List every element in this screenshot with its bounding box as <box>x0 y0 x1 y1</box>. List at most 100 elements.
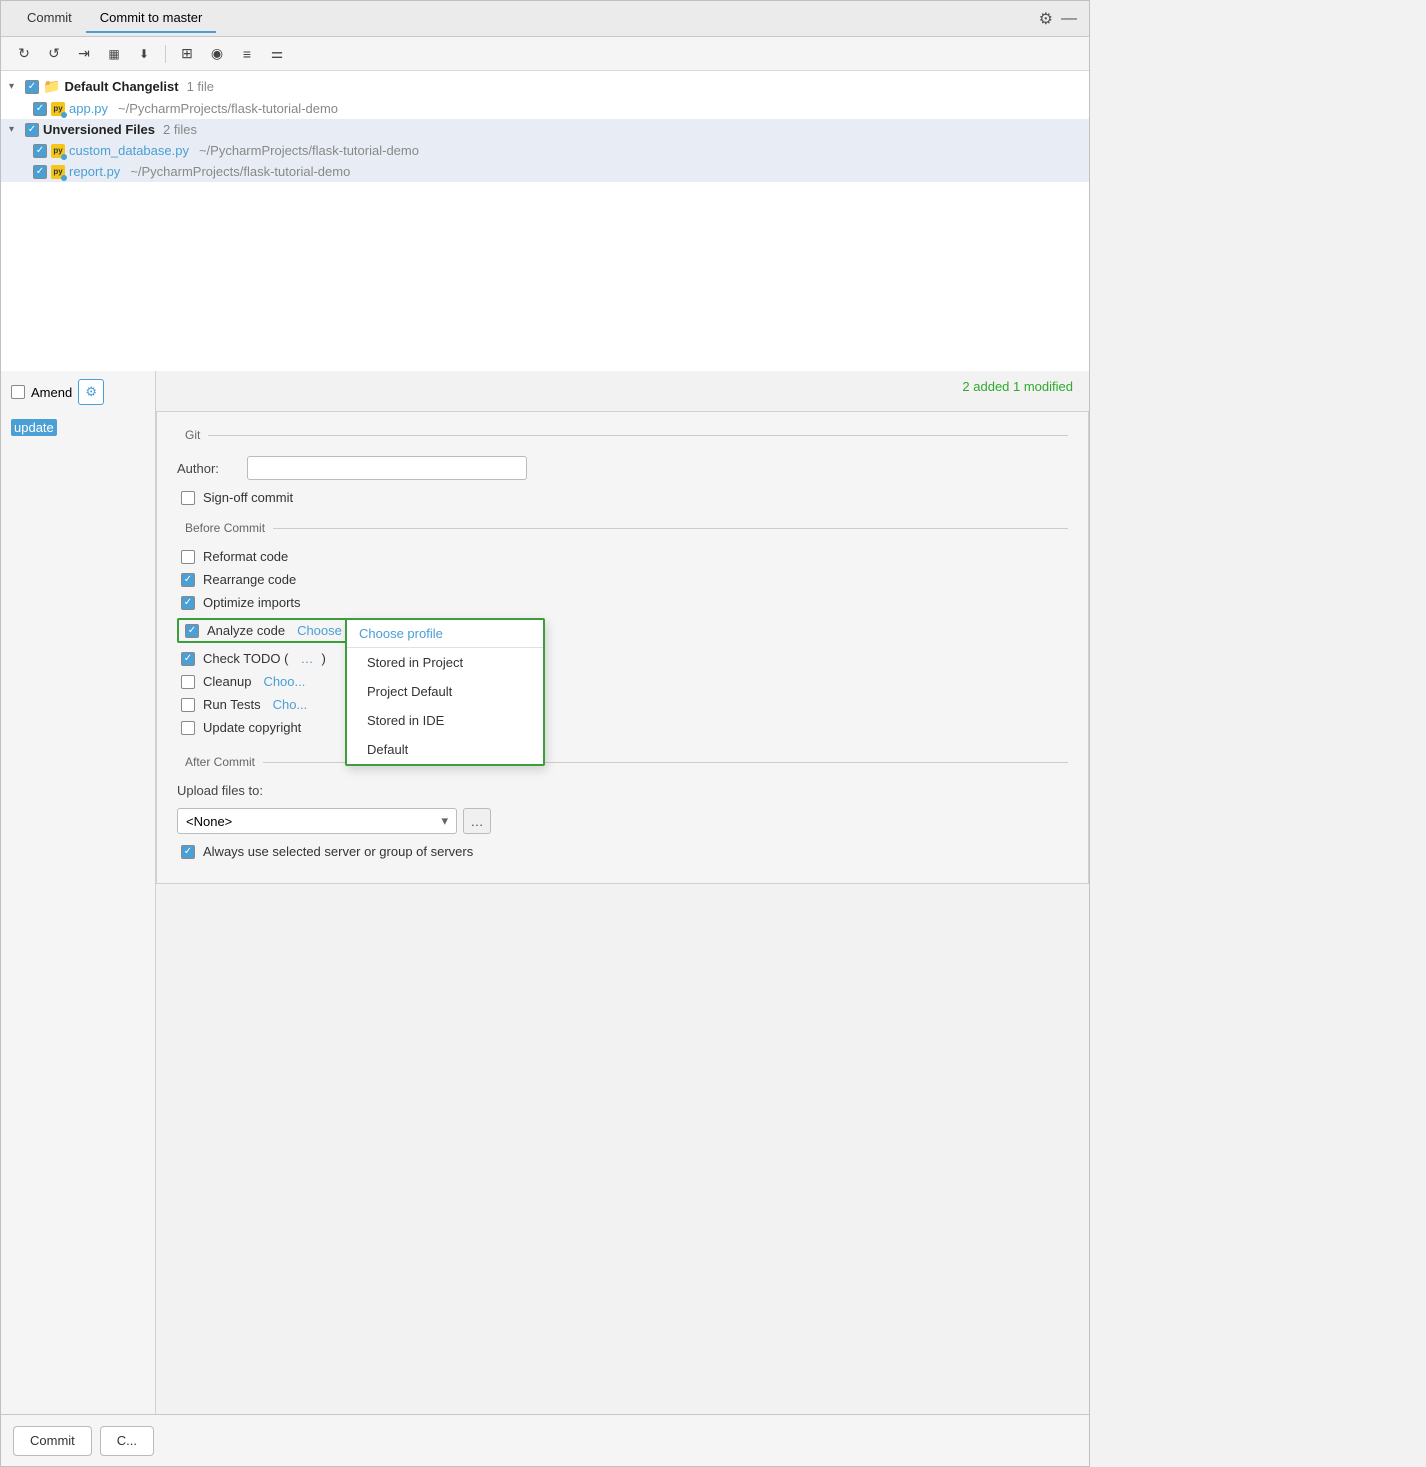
upload-extra-button[interactable]: … <box>463 808 491 834</box>
file-path-app: ~/PycharmProjects/flask-tutorial-demo <box>118 101 338 116</box>
section-line-git <box>208 435 1068 436</box>
file-checkbox-custom-db[interactable]: ✓ <box>33 144 47 158</box>
group-checkbox-default[interactable]: ✓ <box>25 80 39 94</box>
before-commit-label: Before Commit <box>185 521 265 535</box>
cleanup-label: Cleanup <box>203 674 251 689</box>
middle-section: 2 added 1 modified Amend ⚙ update Git Au… <box>1 371 1089 1414</box>
after-commit-title: After Commit <box>177 755 1068 769</box>
run-tests-link[interactable]: Cho... <box>273 697 308 712</box>
group-button[interactable]: ≡ <box>234 41 260 67</box>
profile-dropdown-header: Choose profile <box>347 620 543 648</box>
check-todo-checkbox[interactable]: ✓ <box>181 652 195 666</box>
analyze-checkbox[interactable]: ✓ <box>185 624 199 638</box>
tab-commit-to-master[interactable]: Commit to master <box>86 4 217 33</box>
update-copyright-row: Update copyright <box>177 720 1068 735</box>
file-name-report: report.py <box>69 164 120 179</box>
update-copyright-checkbox[interactable] <box>181 721 195 735</box>
upload-label: Upload files to: <box>177 783 263 798</box>
layout-button[interactable]: ⊞ <box>174 41 200 67</box>
minimize-icon[interactable]: — <box>1061 10 1077 28</box>
sign-off-checkbox[interactable] <box>181 491 195 505</box>
upload-label-row: Upload files to: <box>177 783 1068 798</box>
file-checkbox-app[interactable]: ✓ <box>33 102 47 116</box>
amend-row: Amend ⚙ <box>1 371 155 413</box>
main-window: Commit Commit to master ⚙ — ↻ ↺ ⇥ ▦ ⬇ ⊞ … <box>0 0 1090 1467</box>
upload-row: <None> ▾ … <box>177 808 1068 834</box>
dropdown-item-project-default[interactable]: Project Default <box>347 677 543 706</box>
dropdown-item-default[interactable]: Default <box>347 735 543 764</box>
check-todo-link[interactable]: … <box>300 651 313 666</box>
settings-gear-button[interactable]: ⚙ <box>78 379 104 405</box>
title-bar: Commit Commit to master ⚙ — <box>1 1 1089 37</box>
filter-button[interactable]: ⚌ <box>264 41 290 67</box>
check-todo-close: ) <box>321 651 325 666</box>
always-use-checkbox[interactable]: ✓ <box>181 845 195 859</box>
cleanup-link[interactable]: Choo... <box>263 674 305 689</box>
author-label: Author: <box>177 461 237 476</box>
tab-commit[interactable]: Commit <box>13 4 86 33</box>
list-item[interactable]: ✓ py custom_database.py ~/PycharmProject… <box>1 140 1089 161</box>
file-path-report: ~/PycharmProjects/flask-tutorial-demo <box>130 164 350 179</box>
move-button[interactable]: ⇥ <box>71 41 97 67</box>
file-checkbox-report[interactable]: ✓ <box>33 165 47 179</box>
settings-icon[interactable]: ⚙ <box>1039 9 1053 29</box>
group-label-unversioned: Unversioned Files <box>43 122 155 137</box>
group-unversioned-files[interactable]: ▾ ✓ Unversioned Files 2 files <box>1 119 1089 140</box>
amend-label: Amend <box>31 385 72 400</box>
file-tree: ▾ ✓ 📁 Default Changelist 1 file ✓ py app… <box>1 71 1089 371</box>
upload-select[interactable]: <None> ▾ <box>177 808 457 834</box>
analyze-label: Analyze code <box>207 623 285 638</box>
update-copyright-label: Update copyright <box>203 720 301 735</box>
group-default-changelist[interactable]: ▾ ✓ 📁 Default Changelist 1 file <box>1 75 1089 98</box>
bottom-bar: Commit C... <box>1 1414 1089 1466</box>
dropdown-item-stored-in-ide[interactable]: Stored in IDE <box>347 706 543 735</box>
list-item[interactable]: ✓ py app.py ~/PycharmProjects/flask-tuto… <box>1 98 1089 119</box>
refresh-button[interactable]: ↻ <box>11 41 37 67</box>
commit-message-panel: Amend ⚙ update <box>1 371 156 1414</box>
sign-off-label: Sign-off commit <box>203 490 293 505</box>
file-name-app: app.py <box>69 101 108 116</box>
group-count-unversioned: 2 files <box>163 122 197 137</box>
section-label-git: Git <box>185 428 200 442</box>
chevron-icon: ▾ <box>9 81 21 92</box>
rearrange-label: Rearrange code <box>203 572 296 587</box>
cancel-button[interactable]: C... <box>100 1426 154 1456</box>
reformat-label: Reformat code <box>203 549 288 564</box>
optimize-label: Optimize imports <box>203 595 301 610</box>
git-section-title: Git <box>177 428 1068 442</box>
undo-button[interactable]: ↺ <box>41 41 67 67</box>
download-button[interactable]: ⬇ <box>131 41 157 67</box>
rearrange-checkbox[interactable]: ✓ <box>181 573 195 587</box>
folder-icon: 📁 <box>43 78 60 95</box>
python-file-icon: py <box>51 102 65 116</box>
after-commit-label: After Commit <box>185 755 255 769</box>
author-input[interactable] <box>247 456 527 480</box>
profile-dropdown: Choose profile Stored in Project Project… <box>345 618 545 766</box>
python-file-icon-2: py <box>51 144 65 158</box>
upload-select-value: <None> <box>186 814 232 829</box>
chevron-icon-2: ▾ <box>9 124 21 135</box>
analyze-code-wrapper: ✓ Analyze code Choose profile Choose pro… <box>177 618 1068 651</box>
cleanup-checkbox[interactable] <box>181 675 195 689</box>
optimize-checkbox[interactable]: ✓ <box>181 596 195 610</box>
dropdown-item-stored-in-project[interactable]: Stored in Project <box>347 648 543 677</box>
stats-bar: 2 added 1 modified <box>962 379 1073 394</box>
eye-button[interactable]: ◉ <box>204 41 230 67</box>
list-item[interactable]: ✓ py report.py ~/PycharmProjects/flask-t… <box>1 161 1089 182</box>
cleanup-row: Cleanup Choo... <box>177 674 1068 689</box>
python-file-icon-3: py <box>51 165 65 179</box>
run-tests-checkbox[interactable] <box>181 698 195 712</box>
commit-button[interactable]: Commit <box>13 1426 92 1456</box>
diff-button[interactable]: ▦ <box>101 41 127 67</box>
optimize-imports-row: ✓ Optimize imports <box>177 595 1068 610</box>
toolbar: ↻ ↺ ⇥ ▦ ⬇ ⊞ ◉ ≡ ⚌ <box>1 37 1089 71</box>
amend-checkbox[interactable] <box>11 385 25 399</box>
run-tests-row: Run Tests Cho... <box>177 697 1068 712</box>
reformat-checkbox[interactable] <box>181 550 195 564</box>
rearrange-code-row: ✓ Rearrange code <box>177 572 1068 587</box>
commit-text-area[interactable]: update <box>1 413 155 1414</box>
always-use-label: Always use selected server or group of s… <box>203 844 473 859</box>
always-use-row: ✓ Always use selected server or group of… <box>177 844 1068 859</box>
author-row: Author: <box>177 456 1068 480</box>
group-checkbox-unversioned[interactable]: ✓ <box>25 123 39 137</box>
